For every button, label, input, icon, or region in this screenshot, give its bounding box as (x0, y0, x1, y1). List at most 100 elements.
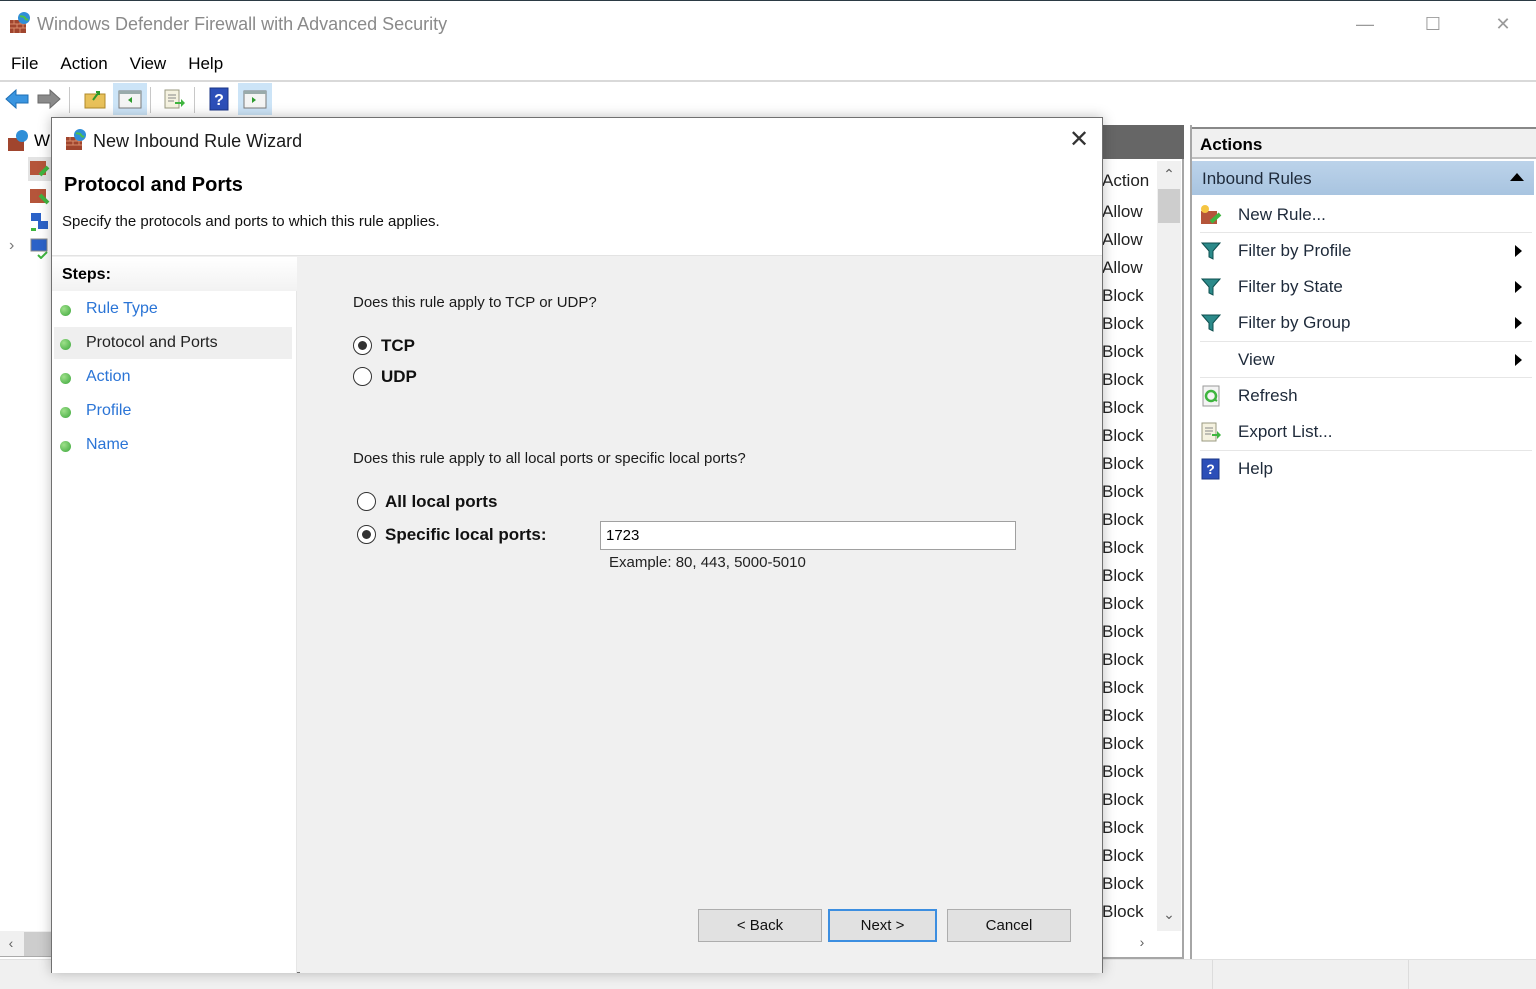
scrollbar-thumb[interactable] (24, 932, 52, 956)
wizard-step-rule-type[interactable]: Rule Type (54, 293, 292, 325)
scroll-left-arrow[interactable]: ‹ (0, 935, 22, 951)
action-help[interactable]: ? Help (1192, 452, 1532, 486)
close-window-button[interactable]: ✕ (1480, 9, 1526, 39)
action-filter-by-profile[interactable]: Filter by Profile (1192, 234, 1532, 268)
rule-action-cell[interactable]: Block (1102, 426, 1144, 446)
menu-view[interactable]: View (119, 51, 178, 79)
action-new-rule[interactable]: New Rule... (1192, 198, 1532, 232)
rule-action-cell[interactable]: Block (1102, 622, 1144, 642)
menu-action[interactable]: Action (49, 51, 118, 79)
tree-item-inbound-rules[interactable] (28, 157, 52, 181)
radio-button[interactable] (353, 367, 372, 386)
wizard-step-profile[interactable]: Profile (54, 395, 292, 427)
inbound-rules-icon (30, 161, 50, 177)
rule-action-cell[interactable]: Block (1102, 398, 1144, 418)
rule-action-cell[interactable]: Block (1102, 650, 1144, 670)
tree-item-monitoring[interactable] (30, 237, 52, 261)
rule-action-cell[interactable]: Block (1102, 566, 1144, 586)
radio-button[interactable] (353, 336, 372, 355)
rules-vertical-scrollbar[interactable] (1157, 161, 1181, 931)
radio-tcp[interactable]: TCP (353, 334, 553, 358)
step-label[interactable]: Action (86, 368, 130, 386)
column-header-action[interactable]: Action (1102, 171, 1149, 191)
outbound-rules-icon (30, 189, 50, 205)
back-button[interactable] (0, 83, 34, 115)
up-one-level-button[interactable] (78, 83, 112, 115)
rule-action-cell[interactable]: Block (1102, 538, 1144, 558)
rule-action-cell[interactable]: Block (1102, 678, 1144, 698)
tree-item-outbound-rules[interactable] (28, 185, 52, 209)
rule-action-cell[interactable]: Allow (1102, 258, 1143, 278)
back-button[interactable]: < Back (698, 909, 822, 942)
scrollbar-thumb[interactable] (1158, 189, 1180, 223)
rule-action-cell[interactable]: Block (1102, 370, 1144, 390)
action-filter-by-state[interactable]: Filter by State (1192, 270, 1532, 304)
specific-ports-input[interactable] (600, 521, 1016, 550)
radio-label: All local ports (385, 492, 498, 511)
filter-icon (1200, 276, 1222, 298)
forward-button[interactable] (32, 83, 66, 115)
action-filter-by-group[interactable]: Filter by Group (1192, 306, 1532, 340)
toolbar-separator (150, 87, 151, 113)
rule-action-cell[interactable]: Block (1102, 846, 1144, 866)
export-list-button[interactable] (157, 83, 191, 115)
rule-action-cell[interactable]: Block (1102, 874, 1144, 894)
console-tree-horizontal-scrollbar[interactable]: ‹ (0, 931, 52, 957)
menu-help[interactable]: Help (177, 51, 234, 79)
scroll-right-arrow[interactable]: › (1131, 934, 1153, 950)
action-divider (1200, 450, 1532, 451)
show-hide-console-tree-button[interactable] (113, 83, 147, 115)
step-label[interactable]: Rule Type (86, 300, 158, 318)
rule-action-cell[interactable]: Block (1102, 454, 1144, 474)
mmc-window: Windows Defender Firewall with Advanced … (0, 0, 1536, 989)
filter-icon (1200, 240, 1222, 262)
radio-button[interactable] (357, 492, 376, 511)
rule-action-cell[interactable]: Block (1102, 902, 1144, 922)
rule-action-cell[interactable]: Block (1102, 790, 1144, 810)
rule-action-cell[interactable]: Block (1102, 818, 1144, 838)
wizard-step-name[interactable]: Name (54, 429, 292, 461)
rule-action-cell[interactable]: Block (1102, 594, 1144, 614)
up-folder-icon (84, 91, 106, 109)
rule-action-cell[interactable]: Block (1102, 706, 1144, 726)
computers-icon (31, 213, 48, 231)
maximize-button[interactable]: ☐ (1410, 9, 1456, 39)
scroll-down-arrow[interactable]: ⌄ (1158, 906, 1180, 923)
tree-root-label[interactable]: W (34, 131, 50, 151)
action-view[interactable]: View (1192, 343, 1532, 377)
action-export-list[interactable]: Export List... (1192, 415, 1532, 449)
action-label: Filter by State (1238, 277, 1343, 296)
scroll-up-arrow[interactable]: ⌃ (1158, 166, 1180, 183)
show-hide-action-pane-button[interactable] (238, 83, 272, 115)
next-button[interactable]: Next > (828, 909, 937, 942)
action-refresh[interactable]: Refresh (1192, 379, 1532, 413)
wizard-close-button[interactable]: ✕ (1062, 126, 1096, 156)
rule-action-cell[interactable]: Allow (1102, 230, 1143, 250)
rule-action-cell[interactable]: Allow (1102, 202, 1143, 222)
radio-button[interactable] (357, 525, 376, 544)
rule-action-cell[interactable]: Block (1102, 286, 1144, 306)
rule-action-cell[interactable]: Block (1102, 314, 1144, 334)
radio-specific-local-ports[interactable]: Specific local ports: (357, 523, 607, 547)
wizard-step-action[interactable]: Action (54, 361, 292, 393)
rule-action-cell[interactable]: Block (1102, 482, 1144, 502)
tree-expander-monitoring[interactable]: › (9, 237, 14, 255)
rule-action-cell[interactable]: Block (1102, 734, 1144, 754)
actions-section-inbound-rules[interactable]: Inbound Rules (1192, 161, 1534, 195)
cancel-button[interactable]: Cancel (947, 909, 1071, 942)
step-label[interactable]: Name (86, 436, 129, 454)
toolbar-separator (194, 87, 195, 113)
rule-action-cell[interactable]: Block (1102, 510, 1144, 530)
menu-file[interactable]: File (0, 51, 49, 79)
rule-action-cell[interactable]: Block (1102, 762, 1144, 782)
step-label[interactable]: Profile (86, 402, 131, 420)
minimize-button[interactable]: — (1342, 9, 1388, 39)
rule-action-cell[interactable]: Block (1102, 342, 1144, 362)
page-description: Specify the protocols and ports to which… (62, 213, 440, 230)
wizard-title: New Inbound Rule Wizard (93, 131, 303, 151)
collapse-icon[interactable] (1510, 173, 1524, 181)
help-button[interactable]: ? (202, 83, 236, 115)
radio-all-local-ports[interactable]: All local ports (357, 490, 607, 514)
tree-item-connection-security-rules[interactable] (30, 211, 52, 235)
radio-udp[interactable]: UDP (353, 365, 553, 389)
